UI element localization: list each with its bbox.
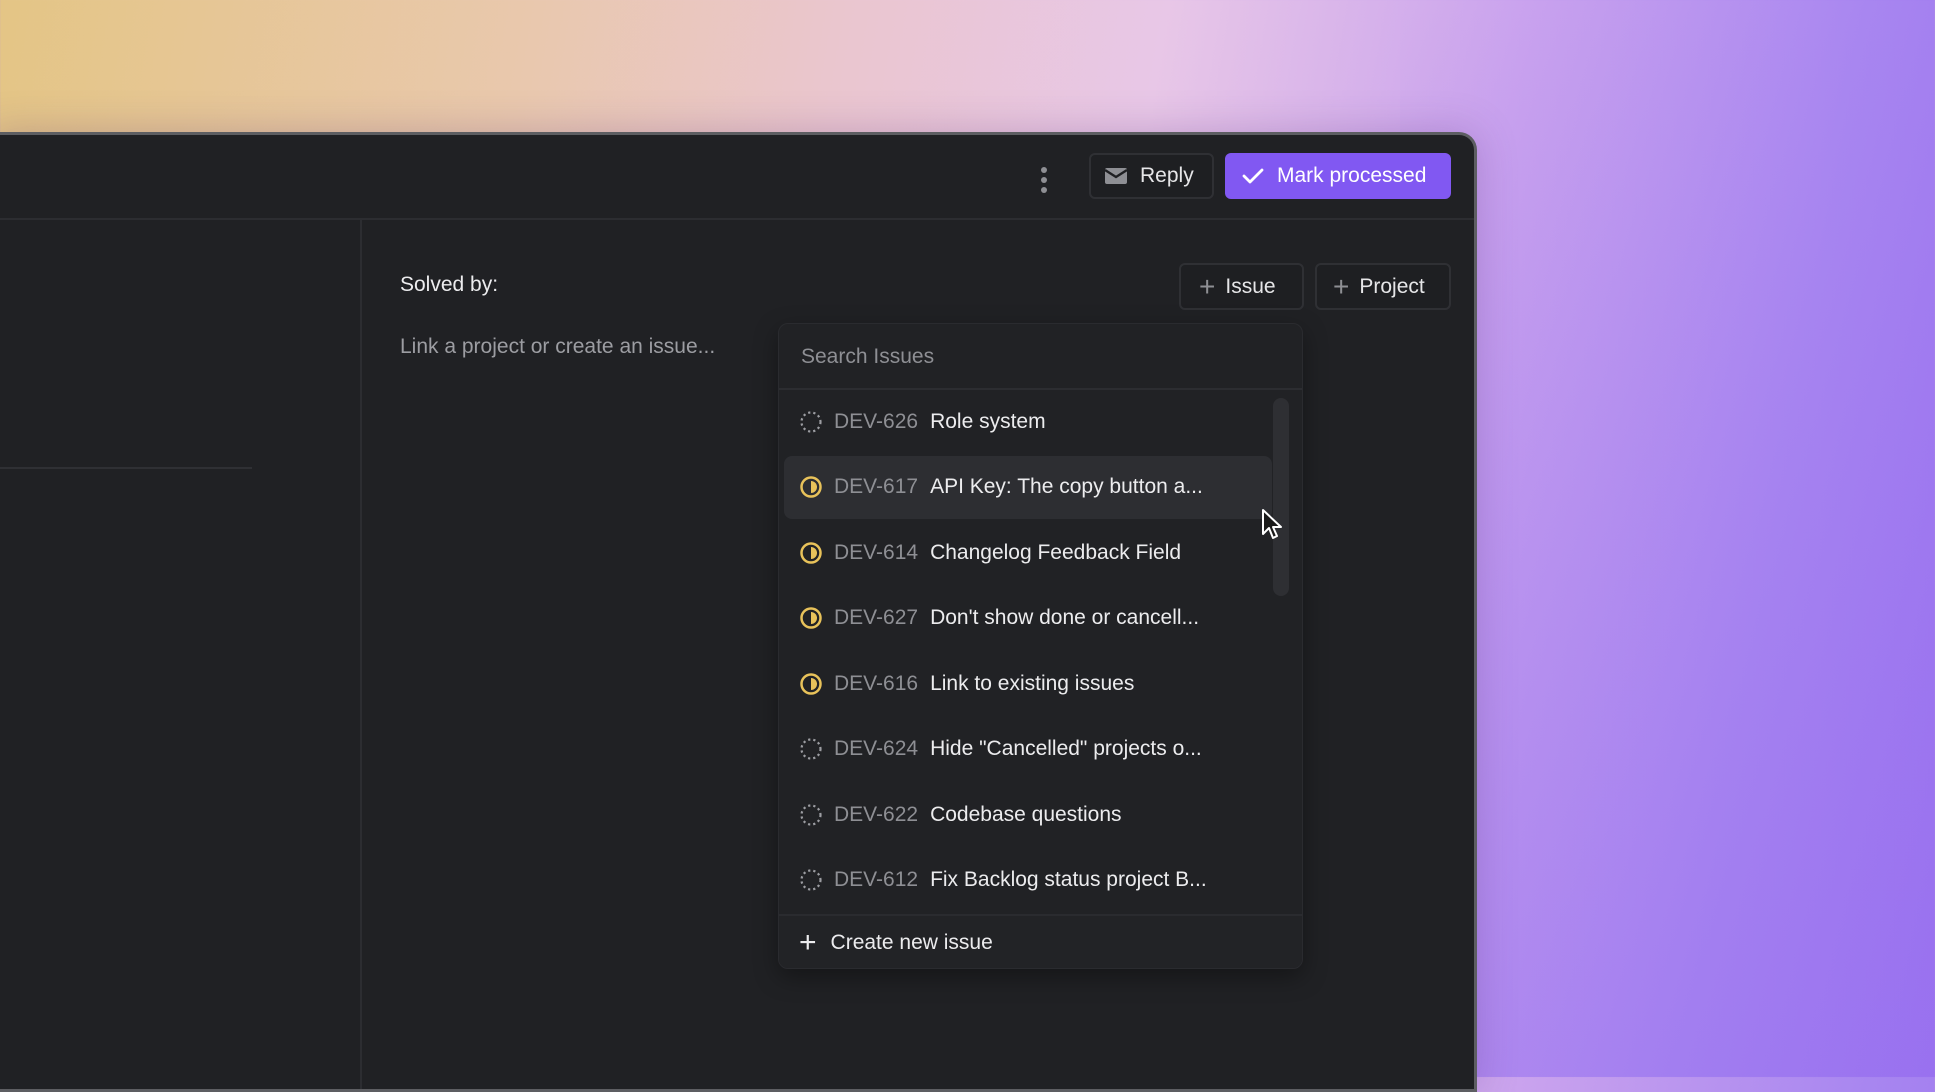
plus-icon: +: [1333, 270, 1350, 302]
issue-title: Fix Backlog status project B...: [930, 868, 1207, 891]
plus-icon: +: [799, 926, 817, 959]
in-progress-status-icon: [800, 607, 822, 629]
mark-processed-label: Mark processed: [1277, 164, 1427, 187]
issue-search-dropdown: DEV-626 Role system DEV-617 API Key: The co…: [778, 323, 1303, 969]
backlog-status-icon: [800, 410, 822, 433]
issue-title: Codebase questions: [930, 802, 1122, 826]
issue-list-item[interactable]: DEV-616 Link to existing issues: [784, 652, 1272, 715]
add-issue-button[interactable]: + Issue: [1179, 263, 1304, 310]
add-project-button[interactable]: + Project: [1315, 263, 1451, 310]
issue-title: Don't show done or cancell...: [930, 606, 1200, 629]
issue-id: DEV-614: [834, 540, 919, 564]
envelope-icon: [1104, 164, 1128, 188]
issue-id: DEV-616: [834, 671, 919, 695]
reply-button[interactable]: Reply: [1089, 153, 1214, 199]
check-icon: [1241, 164, 1265, 188]
issue-id: DEV-627: [834, 606, 919, 629]
issue-list-item[interactable]: DEV-624 Hide "Cancelled" projects o...: [784, 718, 1272, 781]
background-gradient: [1400, 0, 1935, 1077]
in-progress-status-icon: [800, 672, 822, 695]
mark-processed-button[interactable]: Mark processed: [1225, 153, 1451, 199]
issue-list-item[interactable]: DEV-622 Codebase questions: [784, 783, 1272, 846]
add-issue-label: Issue: [1225, 274, 1276, 298]
backlog-status-icon: [800, 869, 822, 891]
solved-by-placeholder: Link a project or create an issue...: [400, 335, 716, 358]
toolbar: Reply Mark processed: [0, 135, 1474, 220]
issue-title: Hide "Cancelled" projects o...: [930, 737, 1202, 760]
issue-list-item[interactable]: DEV-627 Don't show done or cancell...: [784, 587, 1272, 650]
app-window: Reply Mark processed Solved by: Link a p…: [0, 132, 1477, 1092]
mouse-cursor-icon: [1262, 509, 1282, 539]
create-new-issue-label: Create new issue: [830, 931, 993, 954]
issue-id: DEV-617: [834, 475, 919, 498]
scrollbar[interactable]: [1273, 398, 1289, 596]
issue-title: API Key: The copy button a...: [930, 475, 1203, 498]
more-options-icon[interactable]: [1039, 167, 1049, 193]
backlog-status-icon: [800, 803, 822, 826]
backlog-status-icon: [800, 738, 822, 760]
issue-list-item[interactable]: DEV-614 Changelog Feedback Field: [784, 521, 1272, 584]
issue-id: DEV-612: [834, 868, 919, 891]
search-row: [779, 324, 1302, 390]
issue-list-item[interactable]: DEV-626 Role system: [784, 390, 1272, 453]
issue-id: DEV-626: [834, 409, 919, 433]
solved-by-label: Solved by:: [400, 273, 499, 296]
issue-list-item[interactable]: DEV-612 Fix Backlog status project B...: [784, 849, 1272, 912]
issue-title: Link to existing issues: [930, 671, 1135, 695]
reply-label: Reply: [1140, 164, 1194, 187]
issue-title: Changelog Feedback Field: [930, 540, 1182, 564]
create-new-issue-button[interactable]: + Create new issue: [779, 914, 1302, 968]
issue-title: Role system: [930, 409, 1046, 433]
issue-id: DEV-622: [834, 802, 919, 826]
issue-list-item[interactable]: DEV-617 API Key: The copy button a...: [784, 455, 1272, 519]
add-project-label: Project: [1359, 274, 1425, 298]
divider: [0, 467, 252, 469]
in-progress-status-icon: [800, 541, 822, 564]
issue-id: DEV-624: [834, 737, 919, 760]
in-progress-status-icon: [800, 476, 822, 498]
panel-divider: [360, 220, 362, 1089]
search-issues-input[interactable]: [799, 338, 1263, 376]
plus-icon: +: [1199, 270, 1216, 302]
